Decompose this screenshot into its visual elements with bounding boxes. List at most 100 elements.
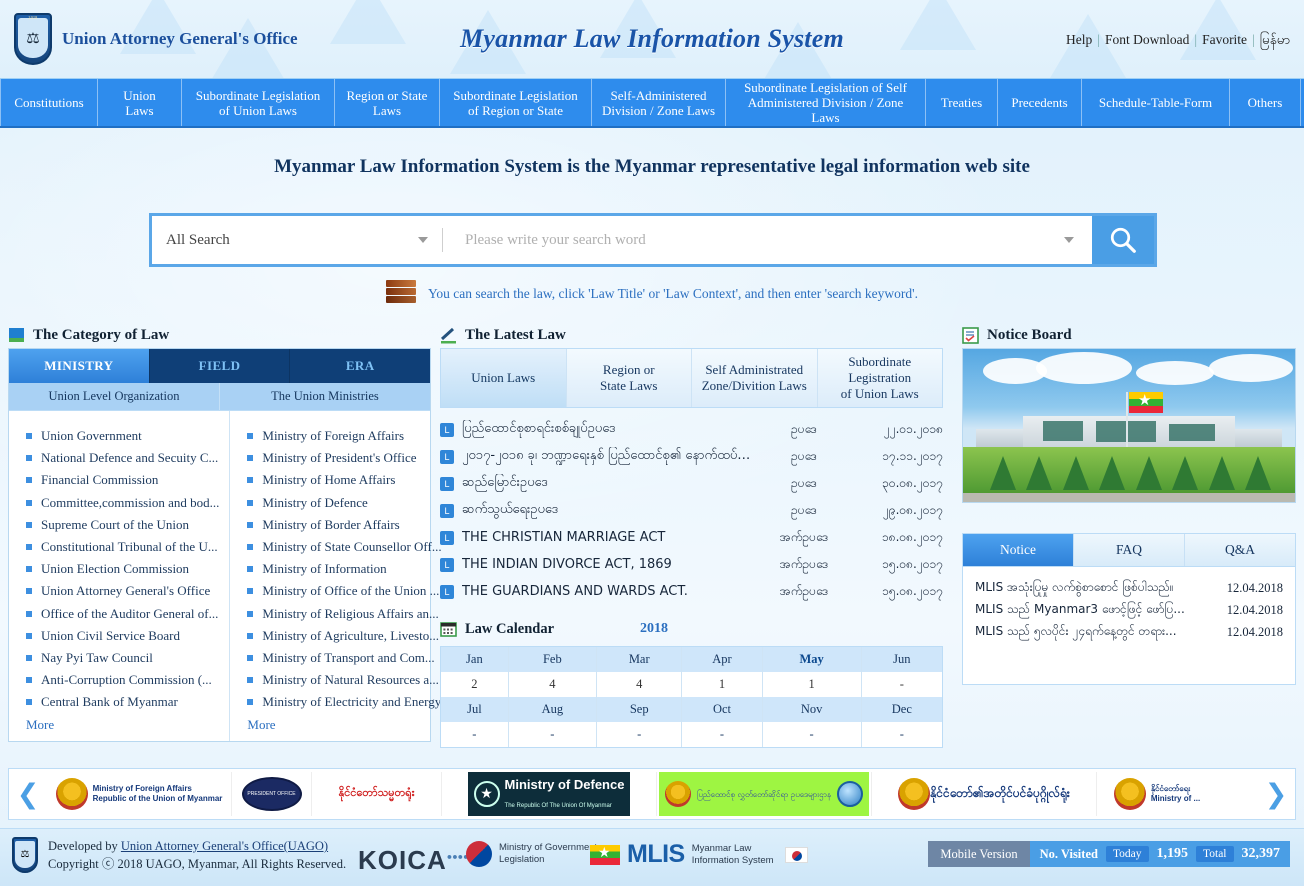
tab-self-admin-zone-laws[interactable]: Self Administrated Zone/Divition Laws	[692, 349, 818, 407]
law-calendar-header: Law Calendar 2018	[440, 617, 943, 641]
list-item[interactable]: Anti-Corruption Commission (...	[25, 669, 219, 691]
count-cell: 1	[762, 672, 862, 697]
nav-item-region-state-laws[interactable]: Region or State Laws	[335, 79, 440, 126]
banner-mofa[interactable]: Ministry of Foreign Affairs Republic of …	[47, 772, 232, 816]
list-item[interactable]: Ministry of Natural Resources a...	[246, 669, 441, 691]
nav-item-others[interactable]: Others	[1230, 79, 1301, 126]
tab-faq[interactable]: FAQ	[1074, 534, 1185, 566]
list-item[interactable]: Financial Commission	[25, 469, 219, 491]
month-cell[interactable]: Jul	[441, 697, 509, 722]
table-row[interactable]: L THE GUARDIANS AND WARDS ACT. အက်ဥပဒေ ၁၅.၀…	[440, 578, 943, 605]
nav-item-subordinate-region[interactable]: Subordinate Legislation of Region or Stat…	[440, 79, 592, 126]
tab-era[interactable]: ERA	[290, 349, 431, 383]
list-item[interactable]: Ministry of Border Affairs	[246, 514, 441, 536]
nav-item-constitutions[interactable]: Constitutions	[0, 79, 98, 126]
banner-ministry-of-defence[interactable]: ★ Ministry of Defence The Republic Of Th…	[442, 772, 657, 816]
table-row[interactable]: L ပြည်ထောင်စုစာရင်းစစ်ချုပ်ဥပဒေ ဥပဒေ ၂၂.၀၁.…	[440, 416, 943, 443]
nav-item-union-laws[interactable]: Union Laws	[98, 79, 182, 126]
mlis-logo[interactable]: MLIS Myanmar Law Information System	[590, 840, 808, 869]
list-item[interactable]: Office of the Auditor General of...	[25, 603, 219, 625]
list-item[interactable]: Union Government	[25, 425, 219, 447]
month-cell[interactable]: Feb	[508, 647, 597, 672]
list-item[interactable]: Ministry of Religious Affairs an...	[246, 603, 441, 625]
search-button[interactable]	[1092, 216, 1154, 264]
list-item[interactable]: Ministry of Home Affairs	[246, 469, 441, 491]
list-item[interactable]: MLIS သည် Myanmar3 ဖောင့်ဖြင့် ဖော်ပြ... 1…	[975, 599, 1283, 621]
search-scope-select[interactable]: All Search	[152, 216, 442, 264]
notice-slider-image[interactable]: ❚❚	[962, 348, 1296, 503]
banner-ministry-other[interactable]: နိုင်ငံတော်ရေး Ministry of ...	[1097, 772, 1217, 816]
banner-state-counsellor[interactable]: နိုင်ငံတော်၏အတိုင်ပင်ခံပုဂ္ဂိုလ်ရုံး	[872, 772, 1097, 816]
table-row[interactable]: L ဆည်မြောင်းဥပဒေ ဥပဒေ ၃၀.၀၈.၂၀၁၇	[440, 470, 943, 497]
tab-qna[interactable]: Q&A	[1185, 534, 1295, 566]
nav-item-precedents[interactable]: Precedents	[998, 79, 1082, 126]
help-link[interactable]: Help	[1066, 32, 1092, 47]
list-item[interactable]: Union Civil Service Board	[25, 625, 219, 647]
tab-region-state-laws[interactable]: Region or State Laws	[567, 349, 692, 407]
list-item[interactable]: Constitutional Tribunal of the U...	[25, 536, 219, 558]
month-cell[interactable]: Nov	[762, 697, 862, 722]
nav-item-subordinate-self-admin[interactable]: Subordinate Legislation of Self Administe…	[726, 79, 926, 126]
month-cell[interactable]: Jun	[861, 647, 942, 672]
list-item[interactable]: Ministry of Agriculture, Livesto...	[246, 625, 441, 647]
list-item[interactable]: Supreme Court of the Union	[25, 514, 219, 536]
list-item[interactable]: National Defence and Secuity C...	[25, 447, 219, 469]
banner-president-office[interactable]: PRESIDENT OFFICE	[232, 772, 312, 816]
list-item[interactable]: Union Attorney General's Office	[25, 580, 219, 602]
list-item[interactable]: Ministry of Transport and Com...	[246, 647, 441, 669]
list-item[interactable]: Nay Pyi Taw Council	[25, 647, 219, 669]
list-item[interactable]: Union Election Commission	[25, 558, 219, 580]
more-link-left[interactable]: More	[25, 717, 219, 733]
tab-ministry[interactable]: MINISTRY	[9, 349, 150, 383]
carousel-prev-button[interactable]: ❮	[9, 781, 47, 808]
law-doc-icon: L	[440, 476, 454, 491]
tab-notice[interactable]: Notice	[963, 534, 1074, 566]
banner-hluttaw[interactable]: ပြည်ထောင်စု လွှတ်တော်ဆိုင်ရာ ဥပဒေများဌာန	[657, 772, 872, 816]
month-cell[interactable]: Aug	[508, 697, 597, 722]
count-cell: -	[762, 722, 862, 747]
table-row[interactable]: L ဆက်သွယ်ရေးဥပဒေ ဥပဒေ ၂၉.၀၈.၂၀၁၇	[440, 497, 943, 524]
table-row[interactable]: L THE INDIAN DIVORCE ACT, 1869 အက်ဥပဒေ ၁၅.၀…	[440, 551, 943, 578]
nav-item-treaties[interactable]: Treaties	[926, 79, 998, 126]
list-item[interactable]: MLIS အသုံးပြုမှု လက်စွဲစာစောင် ဖြစ်ပါသည်…	[975, 577, 1283, 599]
tab-field[interactable]: FIELD	[149, 349, 291, 383]
list-item[interactable]: Central Bank of Myanmar	[25, 691, 219, 713]
mogl-logo[interactable]: Ministry of Government Legislation	[466, 841, 597, 867]
nav-item-subordinate-union[interactable]: Subordinate Legislation of Union Laws	[182, 79, 335, 126]
notice-date: 12.04.2018	[1226, 602, 1283, 617]
list-item[interactable]: MLIS သည် ၅လပိုင်း ၂၄ရက်နေ့တွင် တရား... 12…	[975, 621, 1283, 643]
favorite-link[interactable]: Favorite	[1202, 32, 1247, 47]
search-input[interactable]	[443, 231, 1092, 249]
banner-president-office-my[interactable]: နိုင်ငံတော်သမ္မတရုံး	[312, 772, 442, 816]
carousel-next-button[interactable]: ❯	[1257, 781, 1295, 808]
month-cell[interactable]: Oct	[681, 697, 763, 722]
month-cell-current[interactable]: May	[762, 647, 862, 672]
nav-item-schedule-table-form[interactable]: Schedule-Table-Form	[1082, 79, 1230, 126]
list-item[interactable]: Committee,commission and bod...	[25, 492, 219, 514]
table-row[interactable]: L THE CHRISTIAN MARRIAGE ACT အက်ဥပဒေ ၁၈.၀၈.…	[440, 524, 943, 551]
mobile-version-button[interactable]: Mobile Version	[928, 841, 1030, 867]
month-cell[interactable]: Sep	[596, 697, 683, 722]
month-cell[interactable]: Dec	[861, 697, 942, 722]
list-item[interactable]: Ministry of President's Office	[246, 447, 441, 469]
list-item[interactable]: Ministry of Defence	[246, 492, 441, 514]
list-item[interactable]: Ministry of Foreign Affairs	[246, 425, 441, 447]
chevron-down-icon-2[interactable]	[1064, 237, 1074, 243]
language-myanmar-link[interactable]: မြန်မာ	[1260, 32, 1290, 48]
list-item[interactable]: Ministry of Electricity and Energy	[246, 691, 441, 713]
tab-subordinate-union-laws[interactable]: Subordinate Legistration of Union Laws	[818, 349, 943, 407]
list-item[interactable]: Ministry of Office of the Union ...	[246, 580, 441, 602]
month-cell[interactable]: Apr	[681, 647, 763, 672]
list-item[interactable]: Ministry of State Counsellor Off...	[246, 536, 442, 558]
font-download-link[interactable]: Font Download	[1105, 32, 1189, 47]
list-item[interactable]: Ministry of Information	[246, 558, 441, 580]
nav-item-self-administered[interactable]: Self-Administered Division / Zone Laws	[592, 79, 726, 126]
month-cell[interactable]: Jan	[441, 647, 509, 672]
uago-link[interactable]: Union Attorney General's Office(UAGO)	[121, 839, 328, 853]
law-calendar-year[interactable]: 2018	[640, 621, 668, 637]
month-cell[interactable]: Mar	[596, 647, 683, 672]
tab-union-laws[interactable]: Union Laws	[441, 349, 567, 407]
table-row[interactable]: L ၂၀၁၇-၂၀၁၈ ခု၊ ဘဏ္ဍာရေးနှစ် ပြည်ထောင်စု၏…	[440, 443, 943, 470]
more-link-right[interactable]: More	[246, 717, 441, 733]
koica-logo[interactable]: KOICA●●●●	[358, 845, 469, 876]
